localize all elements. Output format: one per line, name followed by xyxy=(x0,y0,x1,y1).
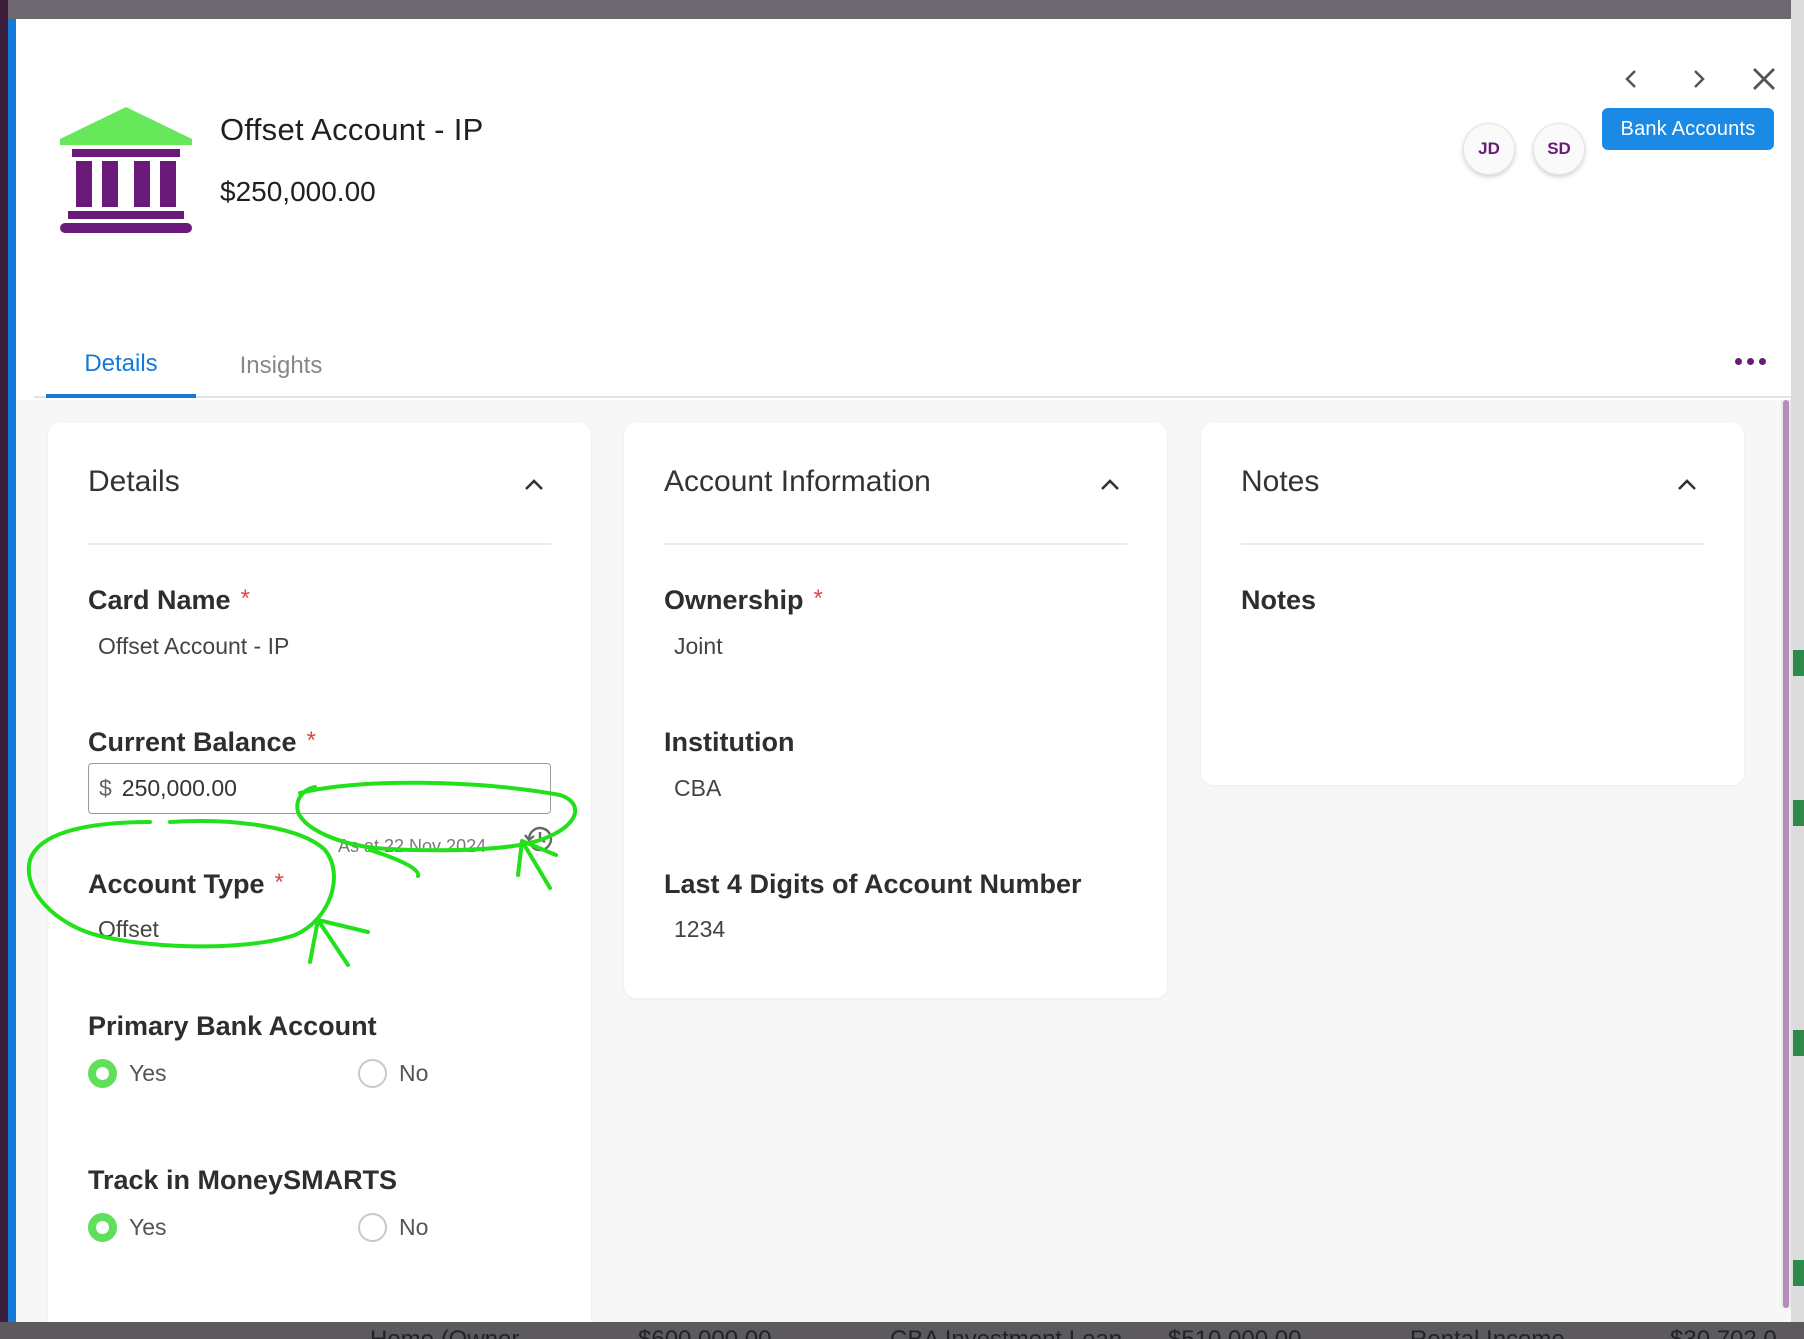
more-dots-icon xyxy=(1746,357,1754,365)
notes-label: Notes xyxy=(1241,585,1317,615)
ownership-label: Ownership * xyxy=(664,585,823,616)
bank-building-icon xyxy=(60,107,192,233)
backdrop-text: Rental Income xyxy=(1410,1326,1565,1339)
avatar-jd[interactable]: JD xyxy=(1463,123,1515,175)
last4-label: Last 4 Digits of Account Number xyxy=(664,869,1082,899)
bank-accounts-button[interactable]: Bank Accounts xyxy=(1602,108,1774,150)
account-title: Offset Account - IP xyxy=(220,112,484,147)
backdrop-text: $510,000.00 xyxy=(1168,1326,1301,1339)
notes-card: Notes Notes xyxy=(1201,423,1744,785)
required-asterisk: * xyxy=(813,585,823,612)
details-card: Details Card Name * Offset Account - IP C… xyxy=(48,423,591,1322)
radio-selected-icon xyxy=(88,1213,117,1242)
next-button[interactable] xyxy=(1674,55,1722,103)
institution-value[interactable]: CBA xyxy=(674,775,721,802)
last4-value[interactable]: 1234 xyxy=(674,916,725,943)
institution-label: Institution xyxy=(664,727,795,757)
more-dots-icon xyxy=(1734,357,1742,365)
card-divider xyxy=(664,543,1127,545)
required-asterisk: * xyxy=(240,585,250,612)
backdrop-right-edge xyxy=(1791,0,1804,1339)
close-button[interactable] xyxy=(1740,55,1788,103)
account-information-title: Account Information xyxy=(664,465,931,498)
required-asterisk: * xyxy=(274,869,284,896)
track-moneysmarts-no-radio[interactable]: No xyxy=(358,1213,428,1242)
current-balance-label-text: Current Balance xyxy=(88,727,297,757)
current-balance-label: Current Balance * xyxy=(88,727,316,758)
chevron-up-icon[interactable] xyxy=(520,471,548,499)
history-icon[interactable] xyxy=(522,821,558,857)
radio-label: No xyxy=(399,1060,429,1086)
radio-label: Yes xyxy=(129,1214,167,1240)
account-type-label-text: Account Type xyxy=(88,869,265,899)
radio-label: No xyxy=(399,1214,429,1240)
chevron-right-icon xyxy=(1694,70,1705,88)
current-balance-input[interactable]: $ 250,000.00 xyxy=(88,763,551,814)
notes-card-title: Notes xyxy=(1241,465,1320,498)
primary-bank-radio-group: Yes No xyxy=(88,1059,508,1091)
account-type-value[interactable]: Offset xyxy=(98,916,159,943)
chevron-up-icon[interactable] xyxy=(1096,471,1124,499)
backdrop-chip xyxy=(1793,800,1804,826)
radio-unselected-icon xyxy=(358,1213,387,1242)
ownership-value[interactable]: Joint xyxy=(674,633,723,660)
chevron-left-icon xyxy=(1625,70,1636,88)
backdrop-chip xyxy=(1793,1030,1804,1056)
backdrop-text: CBA Investment Loan xyxy=(890,1326,1122,1339)
backdrop-chip xyxy=(1793,650,1804,676)
content-area: Details Card Name * Offset Account - IP C… xyxy=(16,400,1791,1322)
tab-bar: Details Insights xyxy=(34,334,1791,398)
tab-details[interactable]: Details xyxy=(46,334,196,398)
chevron-up-icon[interactable] xyxy=(1673,471,1701,499)
track-moneysmarts-label: Track in MoneySMARTS xyxy=(88,1165,398,1195)
card-divider xyxy=(88,543,551,545)
track-moneysmarts-radio-group: Yes No xyxy=(88,1213,508,1245)
details-card-title: Details xyxy=(88,465,180,498)
primary-bank-yes-radio[interactable]: Yes xyxy=(88,1059,167,1088)
backdrop-text: $30,702.0 xyxy=(1670,1326,1777,1339)
modal-header: Offset Account - IP $250,000.00 JD SD Ba… xyxy=(16,19,1791,379)
account-information-card: Account Information Ownership * Joint Ins… xyxy=(624,423,1167,998)
primary-bank-no-radio[interactable]: No xyxy=(358,1059,428,1088)
content-scrollbar[interactable] xyxy=(1781,400,1791,1308)
radio-unselected-icon xyxy=(358,1059,387,1088)
more-dots-icon xyxy=(1758,357,1766,365)
avatar-sd[interactable]: SD xyxy=(1533,123,1585,175)
card-divider xyxy=(1241,543,1704,545)
primary-bank-label: Primary Bank Account xyxy=(88,1011,377,1041)
ownership-label-text: Ownership xyxy=(664,585,804,615)
currency-prefix: $ xyxy=(99,775,112,801)
radio-selected-icon xyxy=(88,1059,117,1088)
track-moneysmarts-yes-radio[interactable]: Yes xyxy=(88,1213,167,1242)
scrollbar-thumb[interactable] xyxy=(1783,400,1789,1308)
tab-insights[interactable]: Insights xyxy=(206,334,356,398)
backdrop-chip xyxy=(1793,1260,1804,1286)
radio-label: Yes xyxy=(129,1060,167,1086)
account-modal: Offset Account - IP $250,000.00 JD SD Ba… xyxy=(8,19,1791,1322)
card-name-value[interactable]: Offset Account - IP xyxy=(98,633,289,660)
previous-button[interactable] xyxy=(1608,55,1656,103)
required-asterisk: * xyxy=(306,727,316,754)
backdrop-left-edge xyxy=(0,0,8,1339)
card-name-label: Card Name * xyxy=(88,585,250,616)
as-at-date: As at 22 Nov 2024 xyxy=(338,836,487,856)
backdrop-bottom-strip: Home (Owner $600,000.00 CBA Investment L… xyxy=(0,1322,1804,1339)
more-options-button[interactable] xyxy=(1726,341,1774,381)
account-amount: $250,000.00 xyxy=(220,176,376,207)
close-icon xyxy=(1753,68,1775,90)
account-type-label: Account Type * xyxy=(88,869,284,900)
current-balance-value: 250,000.00 xyxy=(121,775,237,801)
backdrop-text: Home (Owner xyxy=(370,1326,519,1339)
backdrop-text: $600,000.00 xyxy=(638,1326,771,1339)
card-name-label-text: Card Name xyxy=(88,585,231,615)
